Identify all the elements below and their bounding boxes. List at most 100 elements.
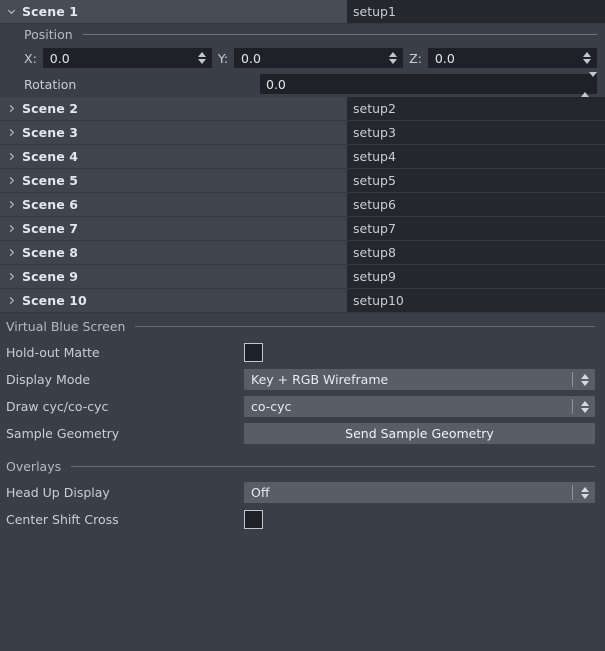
position-z-value: 0.0 bbox=[434, 50, 455, 66]
hold-out-matte-row: Hold-out Matte bbox=[0, 339, 605, 366]
position-y-label: Y: bbox=[217, 50, 229, 66]
scene-row[interactable]: Scene 8 setup8 bbox=[0, 241, 605, 265]
virtual-blue-screen-header: Virtual Blue Screen bbox=[0, 313, 605, 339]
chevron-down-icon[interactable] bbox=[0, 7, 22, 16]
display-mode-dropdown[interactable]: Key + RGB Wireframe bbox=[244, 369, 595, 390]
scene-row-left[interactable]: Scene 2 bbox=[0, 97, 347, 120]
rotation-input[interactable]: 0.0 bbox=[260, 71, 597, 97]
chevron-right-icon[interactable] bbox=[0, 104, 22, 113]
chevron-right-icon[interactable] bbox=[0, 224, 22, 233]
scene-setup-name[interactable]: setup5 bbox=[347, 169, 605, 192]
scene-row[interactable]: Scene 5 setup5 bbox=[0, 169, 605, 193]
position-fields-row: X: 0.0 Y: 0.0 Z: 0.0 bbox=[0, 45, 605, 71]
position-section-label: Position bbox=[24, 27, 73, 42]
send-sample-geometry-button[interactable]: Send Sample Geometry bbox=[244, 423, 595, 444]
scene-setup-name[interactable]: setup10 bbox=[347, 289, 605, 312]
scene-row[interactable]: Scene 1 setup1 bbox=[0, 0, 605, 24]
scene-setup-name[interactable]: setup1 bbox=[347, 0, 605, 23]
display-mode-value: Key + RGB Wireframe bbox=[251, 372, 389, 387]
chevron-right-icon[interactable] bbox=[0, 152, 22, 161]
rotation-row: Rotation 0.0 bbox=[0, 71, 605, 97]
scene-row[interactable]: Scene 7 setup7 bbox=[0, 217, 605, 241]
chevron-right-icon[interactable] bbox=[0, 248, 22, 257]
scene-setup-name[interactable]: setup2 bbox=[347, 97, 605, 120]
overlays-title: Overlays bbox=[6, 458, 62, 474]
divider bbox=[572, 485, 573, 500]
chevron-right-icon[interactable] bbox=[0, 296, 22, 305]
display-mode-label: Display Mode bbox=[6, 372, 91, 387]
sample-geometry-label: Sample Geometry bbox=[6, 426, 120, 441]
scene-setup-name[interactable]: setup8 bbox=[347, 241, 605, 264]
scene-setup-name[interactable]: setup3 bbox=[347, 121, 605, 144]
spinner-arrows-icon[interactable] bbox=[580, 49, 594, 67]
scene-row[interactable]: Scene 10 setup10 bbox=[0, 289, 605, 313]
scene-row[interactable]: Scene 9 setup9 bbox=[0, 265, 605, 289]
scene-row-left[interactable]: Scene 6 bbox=[0, 193, 347, 216]
section-divider bbox=[135, 325, 595, 327]
chevron-right-icon[interactable] bbox=[0, 128, 22, 137]
scene-row[interactable]: Scene 4 setup4 bbox=[0, 145, 605, 169]
position-y-input[interactable]: 0.0 bbox=[234, 48, 404, 68]
sample-geometry-row: Sample Geometry Send Sample Geometry bbox=[0, 420, 605, 447]
scene-name: Scene 3 bbox=[22, 125, 79, 140]
head-up-display-value: Off bbox=[251, 485, 270, 500]
scene-row-left[interactable]: Scene 8 bbox=[0, 241, 347, 264]
section-divider bbox=[71, 465, 595, 467]
hold-out-matte-label: Hold-out Matte bbox=[6, 345, 100, 360]
chevron-right-icon[interactable] bbox=[0, 200, 22, 209]
head-up-display-label: Head Up Display bbox=[6, 485, 110, 500]
spinner-arrows-icon[interactable] bbox=[386, 49, 400, 67]
scene-setup-name[interactable]: setup6 bbox=[347, 193, 605, 216]
chevron-right-icon[interactable] bbox=[0, 176, 22, 185]
scene-row-left[interactable]: Scene 5 bbox=[0, 169, 347, 192]
rotation-value: 0.0 bbox=[266, 76, 286, 92]
scene-row-left[interactable]: Scene 9 bbox=[0, 265, 347, 288]
scene-row[interactable]: Scene 6 setup6 bbox=[0, 193, 605, 217]
hold-out-matte-checkbox[interactable] bbox=[244, 343, 263, 362]
scene-name: Scene 9 bbox=[22, 269, 79, 284]
position-z-input[interactable]: 0.0 bbox=[427, 48, 597, 68]
scene-name: Scene 5 bbox=[22, 173, 79, 188]
draw-cyc-row: Draw cyc/co-cyc co-cyc bbox=[0, 393, 605, 420]
scene-row[interactable]: Scene 3 setup3 bbox=[0, 121, 605, 145]
overlays-header: Overlays bbox=[0, 453, 605, 479]
virtual-blue-screen-title: Virtual Blue Screen bbox=[6, 318, 126, 334]
scene-name: Scene 2 bbox=[22, 101, 79, 116]
scene-row-left[interactable]: Scene 1 bbox=[0, 0, 347, 23]
scene-row-left[interactable]: Scene 7 bbox=[0, 217, 347, 240]
scene-name: Scene 6 bbox=[22, 197, 79, 212]
scene-name: Scene 8 bbox=[22, 245, 79, 260]
spinner-arrows-icon[interactable] bbox=[195, 49, 209, 67]
rotation-label: Rotation bbox=[24, 76, 77, 92]
chevron-right-icon[interactable] bbox=[0, 272, 22, 281]
scene-setup-name[interactable]: setup9 bbox=[347, 265, 605, 288]
chevron-updown-icon[interactable] bbox=[578, 397, 591, 416]
position-z-label: Z: bbox=[409, 50, 422, 66]
divider bbox=[572, 399, 573, 414]
scene-row-left[interactable]: Scene 10 bbox=[0, 289, 347, 312]
section-divider bbox=[82, 34, 597, 35]
scene-name: Scene 10 bbox=[22, 293, 87, 308]
draw-cyc-dropdown[interactable]: co-cyc bbox=[244, 396, 595, 417]
center-shift-cross-label: Center Shift Cross bbox=[6, 512, 119, 527]
scene-name: Scene 1 bbox=[22, 4, 79, 19]
scene-row-left[interactable]: Scene 3 bbox=[0, 121, 347, 144]
center-shift-cross-row: Center Shift Cross bbox=[0, 506, 605, 533]
virtual-scene-properties-panel: Scene 1 setup1 Position X: 0.0 Y: 0.0 Z:… bbox=[0, 0, 605, 651]
scene-setup-name[interactable]: setup4 bbox=[347, 145, 605, 168]
head-up-display-row: Head Up Display Off bbox=[0, 479, 605, 506]
chevron-updown-icon[interactable] bbox=[578, 483, 591, 502]
position-x-value: 0.0 bbox=[49, 50, 70, 66]
chevron-updown-icon[interactable] bbox=[578, 370, 591, 389]
position-x-input[interactable]: 0.0 bbox=[42, 48, 212, 68]
scene-setup-name[interactable]: setup7 bbox=[347, 217, 605, 240]
center-shift-cross-checkbox[interactable] bbox=[244, 510, 263, 529]
scene-row[interactable]: Scene 2 setup2 bbox=[0, 97, 605, 121]
head-up-display-dropdown[interactable]: Off bbox=[244, 482, 595, 503]
draw-cyc-label: Draw cyc/co-cyc bbox=[6, 399, 109, 414]
position-x-label: X: bbox=[24, 50, 37, 66]
scene-row-left[interactable]: Scene 4 bbox=[0, 145, 347, 168]
scene-name: Scene 7 bbox=[22, 221, 79, 236]
spinner-arrows-icon[interactable] bbox=[581, 71, 597, 97]
scene-name: Scene 4 bbox=[22, 149, 79, 164]
